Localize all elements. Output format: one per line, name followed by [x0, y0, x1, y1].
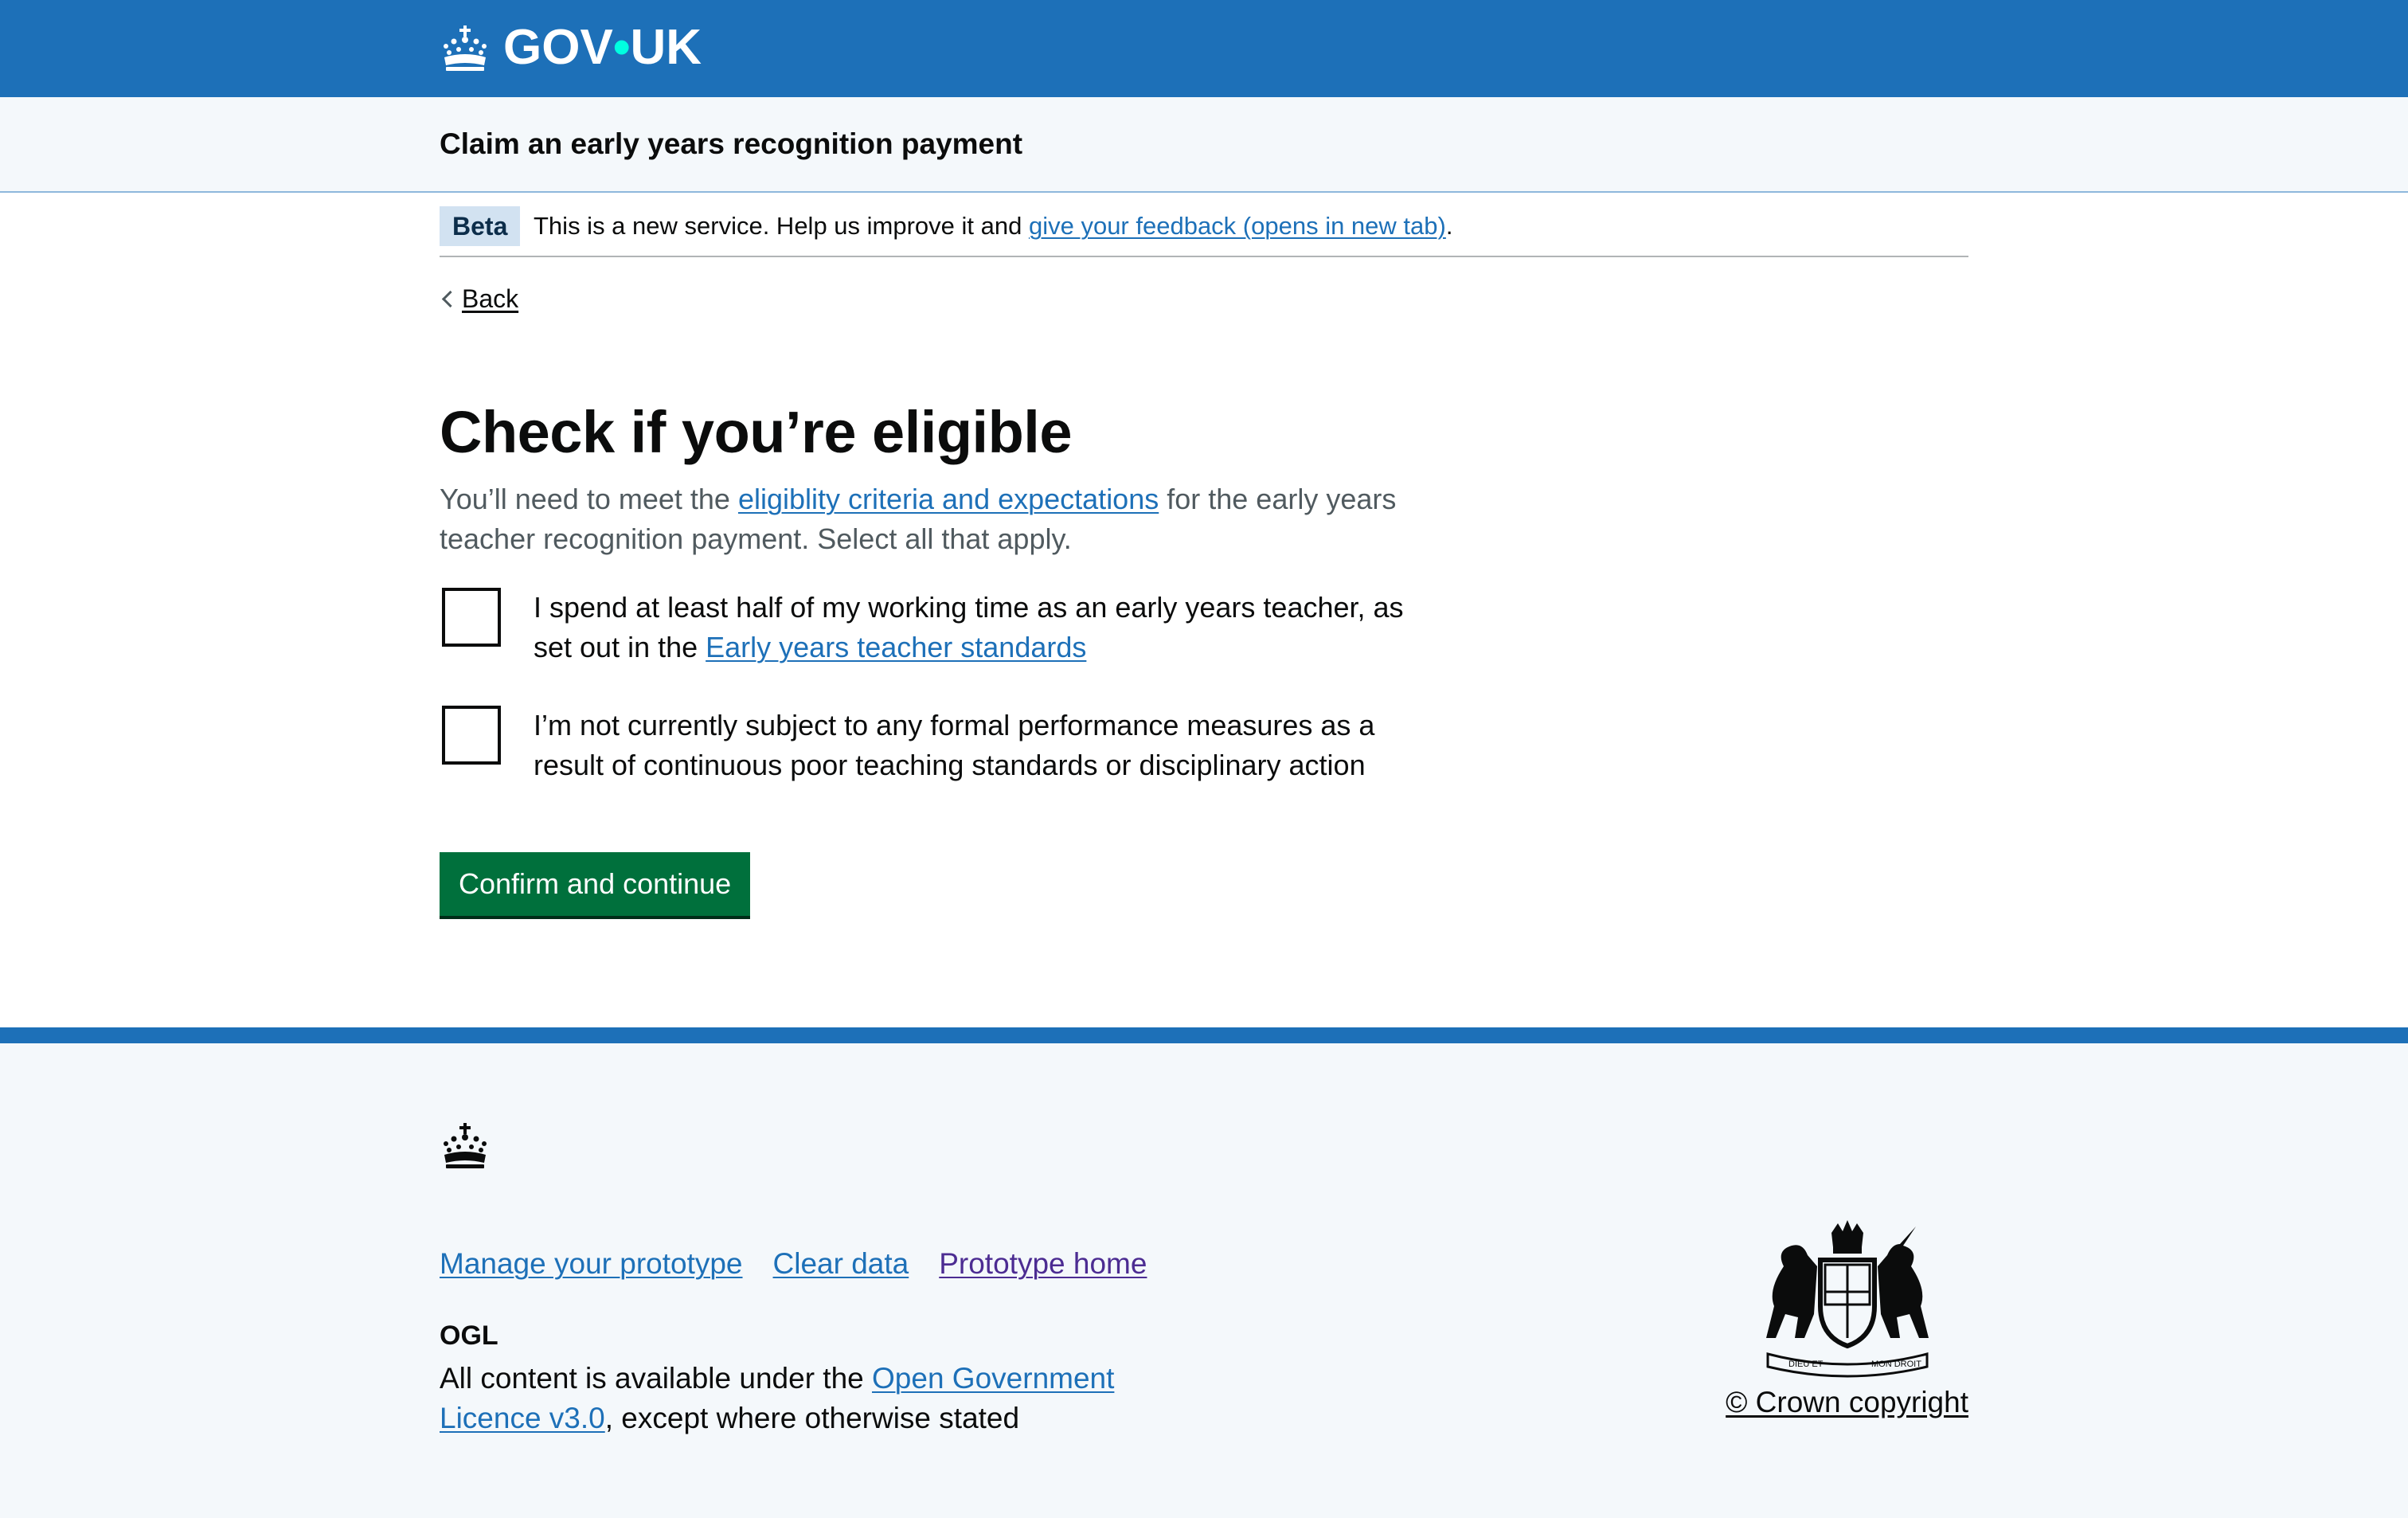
checkbox-working-time[interactable] — [442, 588, 501, 647]
wordmark-gov: GOV — [503, 20, 613, 75]
motto-left-text: DIEU ET — [1788, 1360, 1824, 1369]
footer-links: Manage your prototype Clear data Prototy… — [440, 1244, 1147, 1284]
checkbox-label-working-time[interactable]: I spend at least half of my working time… — [534, 588, 1449, 667]
back-link[interactable]: Back — [440, 279, 518, 319]
phase-text-before: This is a new service. Help us improve i… — [534, 212, 1029, 240]
phase-banner: Beta This is a new service. Help us impr… — [440, 192, 1968, 257]
wordmark-dot: • — [612, 20, 631, 75]
crown-copyright-link[interactable]: © Crown copyright — [1726, 1383, 1968, 1422]
checkbox-label-performance-measures[interactable]: I’m not currently subject to any formal … — [534, 706, 1449, 785]
motto-right-text: MON DROIT — [1871, 1360, 1921, 1369]
back-link-label: Back — [462, 284, 519, 313]
eligibility-criteria-link[interactable]: eligiblity criteria and expectations — [738, 483, 1159, 515]
wordmark-uk: UK — [630, 20, 702, 75]
footer: Manage your prototype Clear data Prototy… — [0, 1027, 2408, 1518]
govuk-logo-link[interactable]: GOV•UK — [440, 18, 702, 78]
hint-before: You’ll need to meet the — [440, 483, 738, 515]
ogl-logo-icon: OGL — [440, 1320, 498, 1348]
checkbox-item-working-time[interactable]: I spend at least half of my working time… — [440, 588, 1443, 671]
feedback-link[interactable]: give your feedback (opens in new tab) — [1029, 212, 1446, 240]
checkbox-performance-measures[interactable] — [442, 706, 501, 765]
early-years-standards-link[interactable]: Early years teacher standards — [706, 631, 1086, 663]
confirm-and-continue-button[interactable]: Confirm and continue — [440, 852, 751, 916]
service-name-link[interactable]: Claim an early years recognition payment — [440, 124, 1022, 164]
govuk-wordmark: GOV•UK — [503, 18, 702, 78]
page-title: Check if you’re eligible — [440, 399, 1073, 465]
phase-text-after: . — [1445, 212, 1453, 240]
licence-text: All content is available under the Open … — [440, 1359, 1156, 1438]
ogl-logo-text: OGL — [440, 1320, 498, 1348]
govuk-header: GOV•UK — [0, 0, 2408, 97]
phase-banner-text: This is a new service. Help us improve i… — [534, 206, 1452, 246]
prototype-home-link[interactable]: Prototype home — [939, 1244, 1147, 1284]
licence-after: , except where otherwise stated — [604, 1402, 1020, 1434]
checkbox-item-performance-measures[interactable]: I’m not currently subject to any formal … — [440, 706, 1443, 788]
manage-prototype-link[interactable]: Manage your prototype — [440, 1244, 743, 1284]
service-navigation: Claim an early years recognition payment — [0, 97, 2408, 193]
clear-data-link[interactable]: Clear data — [773, 1244, 909, 1284]
hint-text: You’ll need to meet the eligiblity crite… — [440, 479, 1443, 559]
chevron-left-icon — [441, 290, 459, 308]
crown-icon — [444, 25, 487, 71]
royal-coat-of-arms-icon: DIEU ET MON DROIT — [1766, 1220, 1929, 1378]
crown-icon — [444, 1123, 487, 1168]
beta-tag: Beta — [440, 206, 521, 246]
licence-before: All content is available under the — [440, 1362, 873, 1395]
